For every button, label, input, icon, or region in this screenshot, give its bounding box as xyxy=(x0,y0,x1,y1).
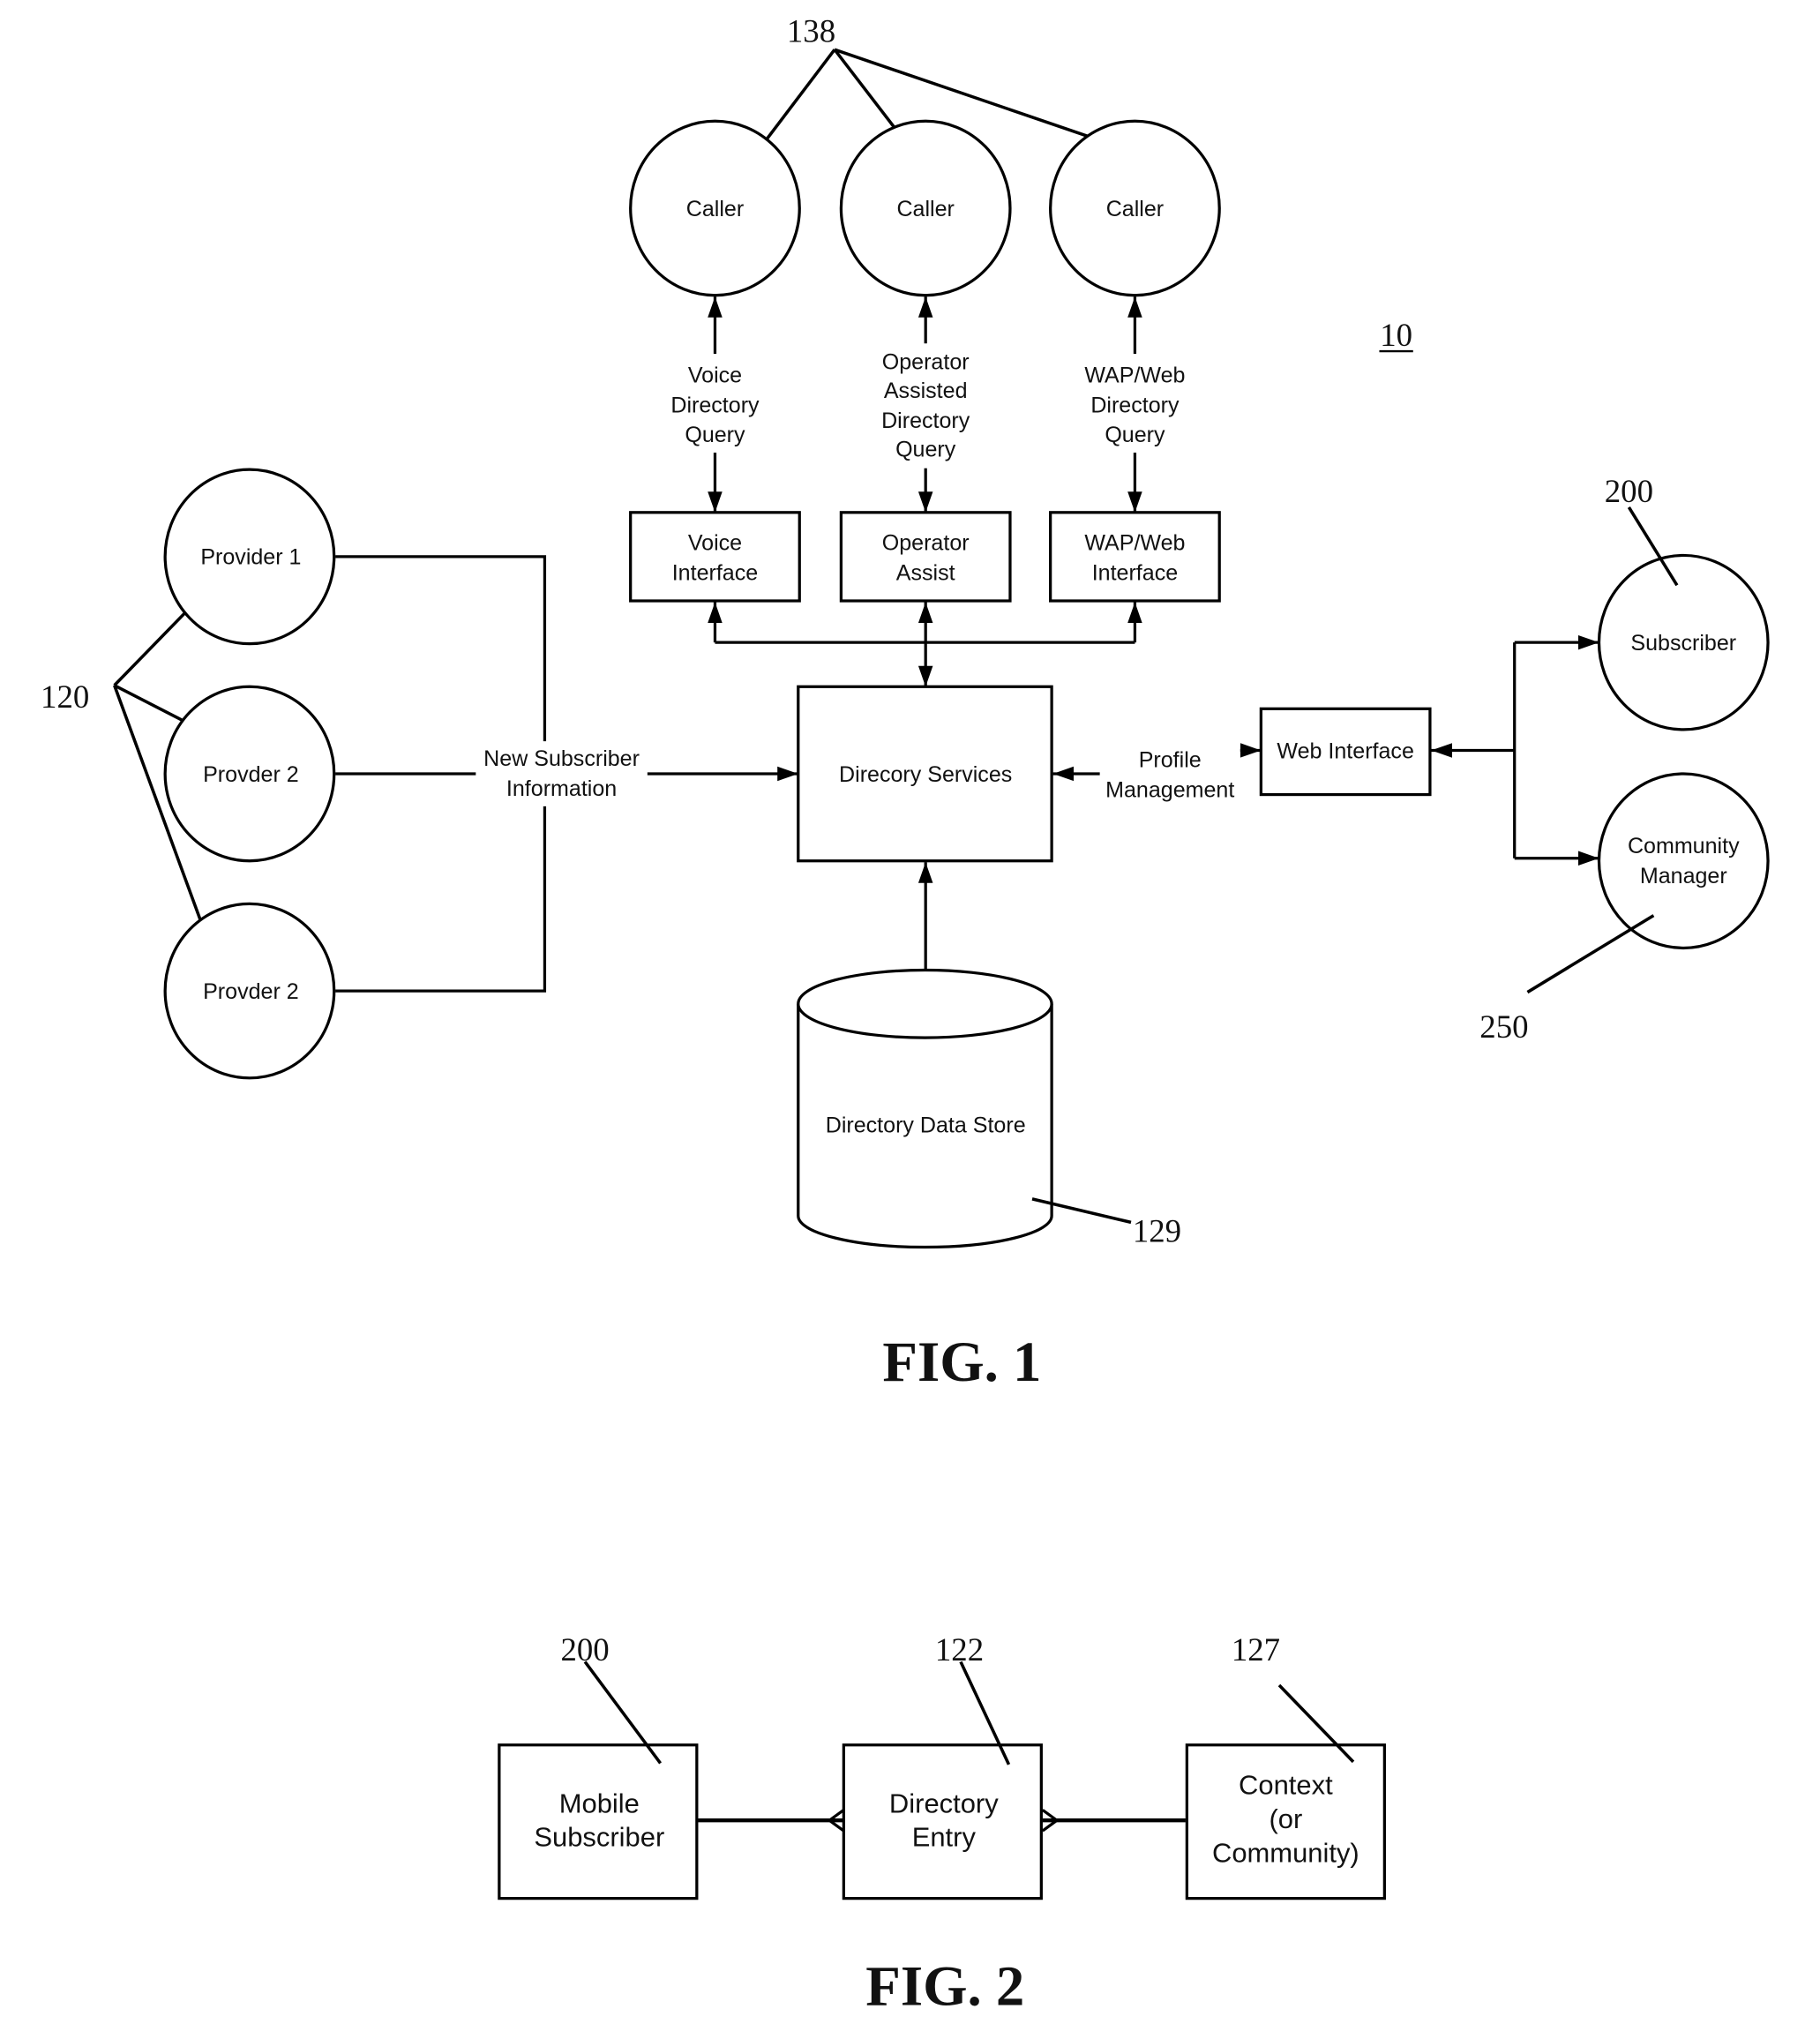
voice-interface-box: Voice Interface xyxy=(629,511,801,603)
subscriber-node: Subscriber xyxy=(1597,553,1770,731)
operator-assist-label-2: Assist xyxy=(896,560,955,585)
voice-query-label-3: Query xyxy=(685,423,745,447)
web-interface-label: Web Interface xyxy=(1277,738,1413,763)
wap-web-interface-label-1: WAP/Web xyxy=(1084,531,1185,556)
patent-drawing: 138 Caller Caller Caller Voice Directory… xyxy=(41,12,1770,2018)
provider-1-label: Provider 1 xyxy=(200,545,301,570)
context-community-box: Context (or Community) xyxy=(1185,1743,1386,1900)
fig-1-title: FIG. 1 xyxy=(882,1331,1041,1394)
community-manager-label-2: Manager xyxy=(1640,864,1727,888)
caller-3-label: Caller xyxy=(1106,197,1164,221)
data-store-label: Directory Data Store xyxy=(826,1113,1026,1138)
caller-1: Caller xyxy=(629,119,801,297)
operator-query-label-4: Query xyxy=(895,437,956,461)
leader-250 xyxy=(1526,914,1655,994)
operator-assist-box: Operator Assist xyxy=(839,511,1012,603)
voice-query-label-2: Directory xyxy=(670,393,760,417)
directory-services-label: Direcory Services xyxy=(839,762,1012,787)
mobile-subscriber-box: Mobile Subscriber xyxy=(498,1743,699,1900)
directory-data-store: Directory Data Store xyxy=(797,968,1053,1249)
new-subscriber-label-1: New Subscriber xyxy=(483,746,640,771)
ref-129: 129 xyxy=(1133,1212,1181,1248)
context-label-3: Community) xyxy=(1212,1837,1359,1868)
community-manager-label-1: Community xyxy=(1628,834,1740,858)
provider-2-label: Provder 2 xyxy=(203,762,299,787)
context-label-1: Context xyxy=(1239,1770,1333,1801)
caller-2-label: Caller xyxy=(896,197,954,221)
voice-interface-label-2: Interface xyxy=(672,560,758,585)
ref-250: 250 xyxy=(1479,1008,1528,1045)
operator-query-label-2: Assisted xyxy=(884,379,968,403)
directory-entry-label-2: Entry xyxy=(912,1822,977,1853)
ref-10: 10 xyxy=(1380,317,1412,353)
provider-3-label: Provder 2 xyxy=(203,979,299,1004)
provider-3: Provder 2 xyxy=(163,902,336,1080)
caller-1-label: Caller xyxy=(686,197,744,221)
caller-3: Caller xyxy=(1049,119,1221,297)
community-manager-node: Community Manager xyxy=(1597,772,1770,950)
wap-query-label-1: WAP/Web xyxy=(1084,363,1185,387)
provider-1-connector xyxy=(335,555,547,742)
caller-2: Caller xyxy=(839,119,1012,297)
ref-120: 120 xyxy=(41,678,89,715)
ref-138: 138 xyxy=(787,12,835,49)
directory-entry-label-1: Directory xyxy=(889,1788,999,1818)
context-label-2: (or xyxy=(1269,1803,1302,1834)
subscriber-label: Subscriber xyxy=(1630,631,1736,656)
profile-management-label-2: Management xyxy=(1105,778,1234,803)
voice-interface-label-1: Voice xyxy=(688,531,742,556)
directory-services-box: Direcory Services xyxy=(797,685,1053,863)
wap-query-label-2: Directory xyxy=(1090,393,1180,417)
fig-2-title: FIG. 2 xyxy=(865,1954,1024,2018)
new-subscriber-label-2: Information xyxy=(506,776,617,801)
wap-query-label-3: Query xyxy=(1105,423,1165,447)
wap-web-interface-label-2: Interface xyxy=(1092,560,1178,585)
ref-127: 127 xyxy=(1232,1631,1280,1668)
web-interface-box: Web Interface xyxy=(1259,707,1432,797)
figure-1: 138 Caller Caller Caller Voice Directory… xyxy=(41,12,1770,1394)
operator-assist-label-1: Operator xyxy=(882,531,970,556)
directory-entry-box: Directory Entry xyxy=(842,1743,1043,1900)
profile-management-label-1: Profile xyxy=(1139,748,1202,773)
operator-query-label-3: Directory xyxy=(881,409,970,433)
voice-query-label-1: Voice xyxy=(688,363,742,387)
provider-3-connector xyxy=(335,806,547,993)
wap-web-interface-box: WAP/Web Interface xyxy=(1049,511,1221,603)
provider-2: Provder 2 xyxy=(163,685,336,863)
mobile-subscriber-label-2: Subscriber xyxy=(534,1822,664,1853)
ref-122: 122 xyxy=(935,1631,984,1668)
provider-1: Provider 1 xyxy=(163,468,336,646)
figure-2: Mobile Subscriber Directory Entry Contex… xyxy=(498,1631,1386,2018)
mobile-subscriber-label-1: Mobile xyxy=(559,1788,640,1818)
ref-200-fig1: 200 xyxy=(1605,473,1653,509)
operator-query-label-1: Operator xyxy=(882,350,970,375)
